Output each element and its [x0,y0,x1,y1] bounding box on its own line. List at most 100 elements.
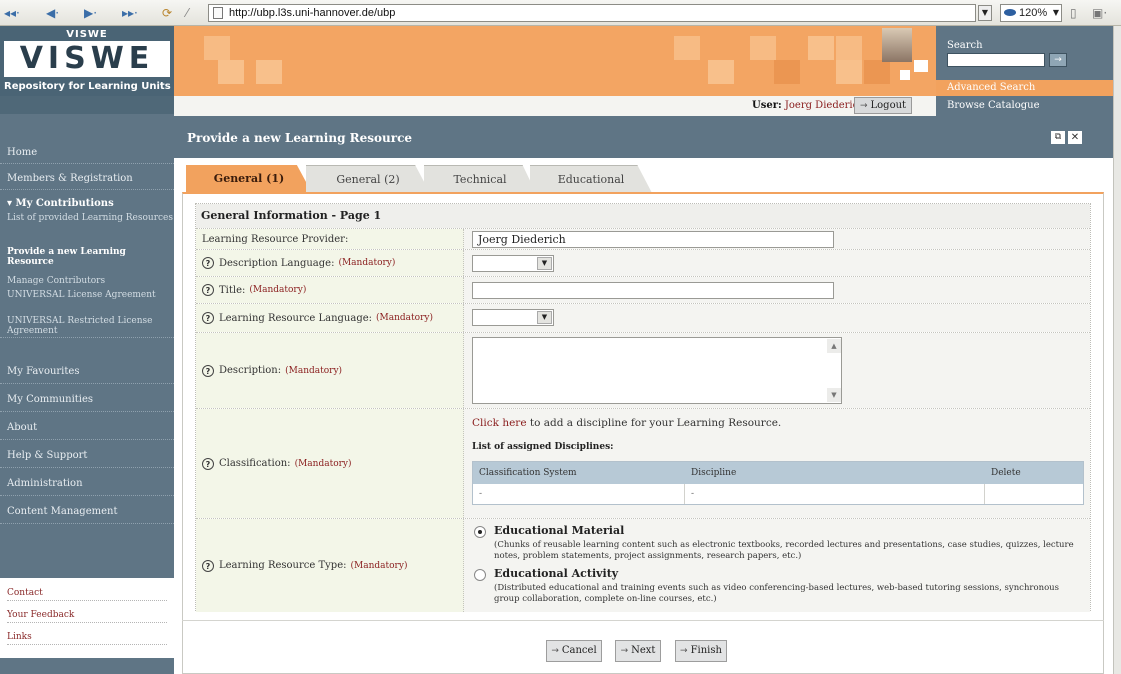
finish-button[interactable]: → Finish [675,640,727,662]
educational-material-desc: (Chunks of reusable learning content suc… [494,540,1074,561]
help-icon[interactable]: ? [202,457,214,470]
stop-icon[interactable]: ⁄ [186,5,188,21]
browser-toolbar: ◂◂· ◀· ▶· ▸▸· ⟳ ⁄ http://ubp.l3s.uni-han… [0,0,1121,26]
advanced-search-link[interactable]: Advanced Search [936,80,1121,96]
user-label-prefix: User: [752,100,782,111]
description-language-row: ? Description Language: (Mandatory) ▼ [196,249,1090,276]
user-name[interactable]: Joerg Diederich [785,100,865,111]
nav-home[interactable]: Home [0,144,174,164]
nav-my-favourites[interactable]: My Favourites [0,362,174,384]
column-header: Discipline [691,468,737,478]
banner-square [836,60,862,84]
scroll-down-icon[interactable]: ▼ [827,388,841,402]
help-icon[interactable]: ? [202,559,214,572]
mandatory-marker: (Mandatory) [338,258,396,268]
next-button[interactable]: → Next [615,640,661,662]
description-label: ? Description: (Mandatory) [196,333,464,408]
back-icon[interactable]: ◀· [46,5,59,21]
search-go-button[interactable]: → [1049,53,1067,67]
header-banner [174,26,936,96]
add-discipline-rest: to add a discipline for your Learning Re… [526,417,782,429]
educational-activity-desc: (Distributed educational and training ev… [494,583,1060,604]
search-panel: Search → [936,26,1121,80]
resource-language-label: ? Learning Resource Language: (Mandatory… [196,304,464,332]
zoom-control[interactable]: 120% ▼ [1000,4,1062,22]
search-label: Search [947,40,983,51]
add-discipline-link[interactable]: Click here [472,417,527,429]
resource-language-select[interactable]: ▼ [472,309,554,326]
page-scrollbar[interactable] [1113,26,1121,674]
print-icon[interactable]: ▯ [1070,5,1077,21]
help-icon[interactable]: ? [202,364,214,377]
search-input[interactable] [947,53,1045,67]
nav-manage-contributors[interactable]: Manage Contributors [0,276,174,288]
help-icon[interactable]: ? [202,257,214,269]
arrow-icon: → [680,646,688,656]
banner-square [864,60,890,84]
title-row: ? Title: (Mandatory) [196,276,1090,303]
back-history-icon[interactable]: ◂◂· [4,5,20,21]
title-label-text: Title: [219,284,246,296]
address-bar[interactable]: http://ubp.l3s.uni-hannover.de/ubp [208,4,976,22]
nav-members-registration[interactable]: Members & Registration [0,170,174,190]
description-language-select[interactable]: ▼ [472,255,554,272]
nav-help-support[interactable]: Help & Support [0,446,174,468]
form-footer-divider [182,620,1104,621]
title-value-cell [464,277,1090,303]
description-language-label: ? Description Language: (Mandatory) [196,250,464,276]
table-cell [985,484,1083,504]
restore-window-icon[interactable]: ⧉ [1051,131,1065,144]
mandatory-marker: (Mandatory) [249,285,307,295]
nav-provide-new-resource[interactable]: Provide a new Learning Resource [0,247,174,269]
nav-my-contributions[interactable]: ▾ My Contributions [0,198,174,210]
help-icon[interactable]: ? [202,284,214,296]
educational-material-radio[interactable] [474,526,486,538]
cancel-button[interactable]: → Cancel [546,640,602,662]
tab-general-2[interactable]: General (2) [306,165,430,193]
reload-icon[interactable]: ⟳ [162,5,172,21]
description-language-value-cell: ▼ [464,250,1090,276]
banner-square [900,70,910,80]
provider-field[interactable]: Joerg Diederich [472,231,834,248]
footer-link-contact[interactable]: Contact [7,588,167,601]
nav-about[interactable]: About [0,418,174,440]
sidebar-band [0,96,174,114]
banner-square [914,60,928,72]
forward-icon[interactable]: ▶· [84,5,97,21]
tools-icon[interactable]: ▣· [1092,5,1107,21]
classification-label-text: Classification: [219,458,291,469]
tab-general-1[interactable]: General (1) [186,165,312,193]
classification-value-cell: Click here to add a discipline for your … [464,409,1090,518]
address-dropdown-icon[interactable]: ▼ [978,5,992,21]
resource-language-value-cell: ▼ [464,304,1090,332]
nav-my-communities[interactable]: My Communities [0,390,174,412]
description-textarea[interactable]: ▲ ▼ [472,337,842,404]
mandatory-marker: (Mandatory) [376,313,433,323]
description-row: ? Description: (Mandatory) ▲ ▼ [196,332,1090,408]
provider-row: Learning Resource Provider: Joerg Dieder… [196,228,1090,249]
nav-content-management[interactable]: Content Management [0,502,174,524]
browse-catalogue-link[interactable]: Browse Catalogue [936,96,1121,116]
help-icon[interactable]: ? [202,312,214,324]
tab-technical[interactable]: Technical [424,165,536,193]
logout-button[interactable]: → Logout [854,97,912,114]
close-icon[interactable]: ✕ [1068,131,1082,144]
nav-universal-restricted-license[interactable]: UNIVERSAL Restricted License Agreement [0,316,174,338]
nav-administration[interactable]: Administration [0,474,174,496]
logo[interactable]: VISWE VISWE Repository for Learning Unit… [0,26,174,96]
footer-link-feedback[interactable]: Your Feedback [7,610,167,623]
nav-universal-license[interactable]: UNIVERSAL License Agreement [0,290,174,312]
title-field[interactable] [472,282,834,299]
banner-square [774,60,800,84]
disciplines-table: Classification System Discipline Delete … [472,461,1084,505]
forward-history-icon[interactable]: ▸▸· [122,5,138,21]
logout-label: Logout [870,100,907,111]
sidebar-bottom-band [0,658,174,674]
nav-list-provided-resources[interactable]: List of provided Learning Resources [0,213,174,235]
educational-activity-radio[interactable] [474,569,486,581]
scroll-up-icon[interactable]: ▲ [827,339,841,353]
zoom-value: 120% [1019,7,1048,19]
tab-educational[interactable]: Educational [530,165,652,193]
description-language-label-text: Description Language: [219,257,335,269]
footer-link-links[interactable]: Links [7,632,167,645]
